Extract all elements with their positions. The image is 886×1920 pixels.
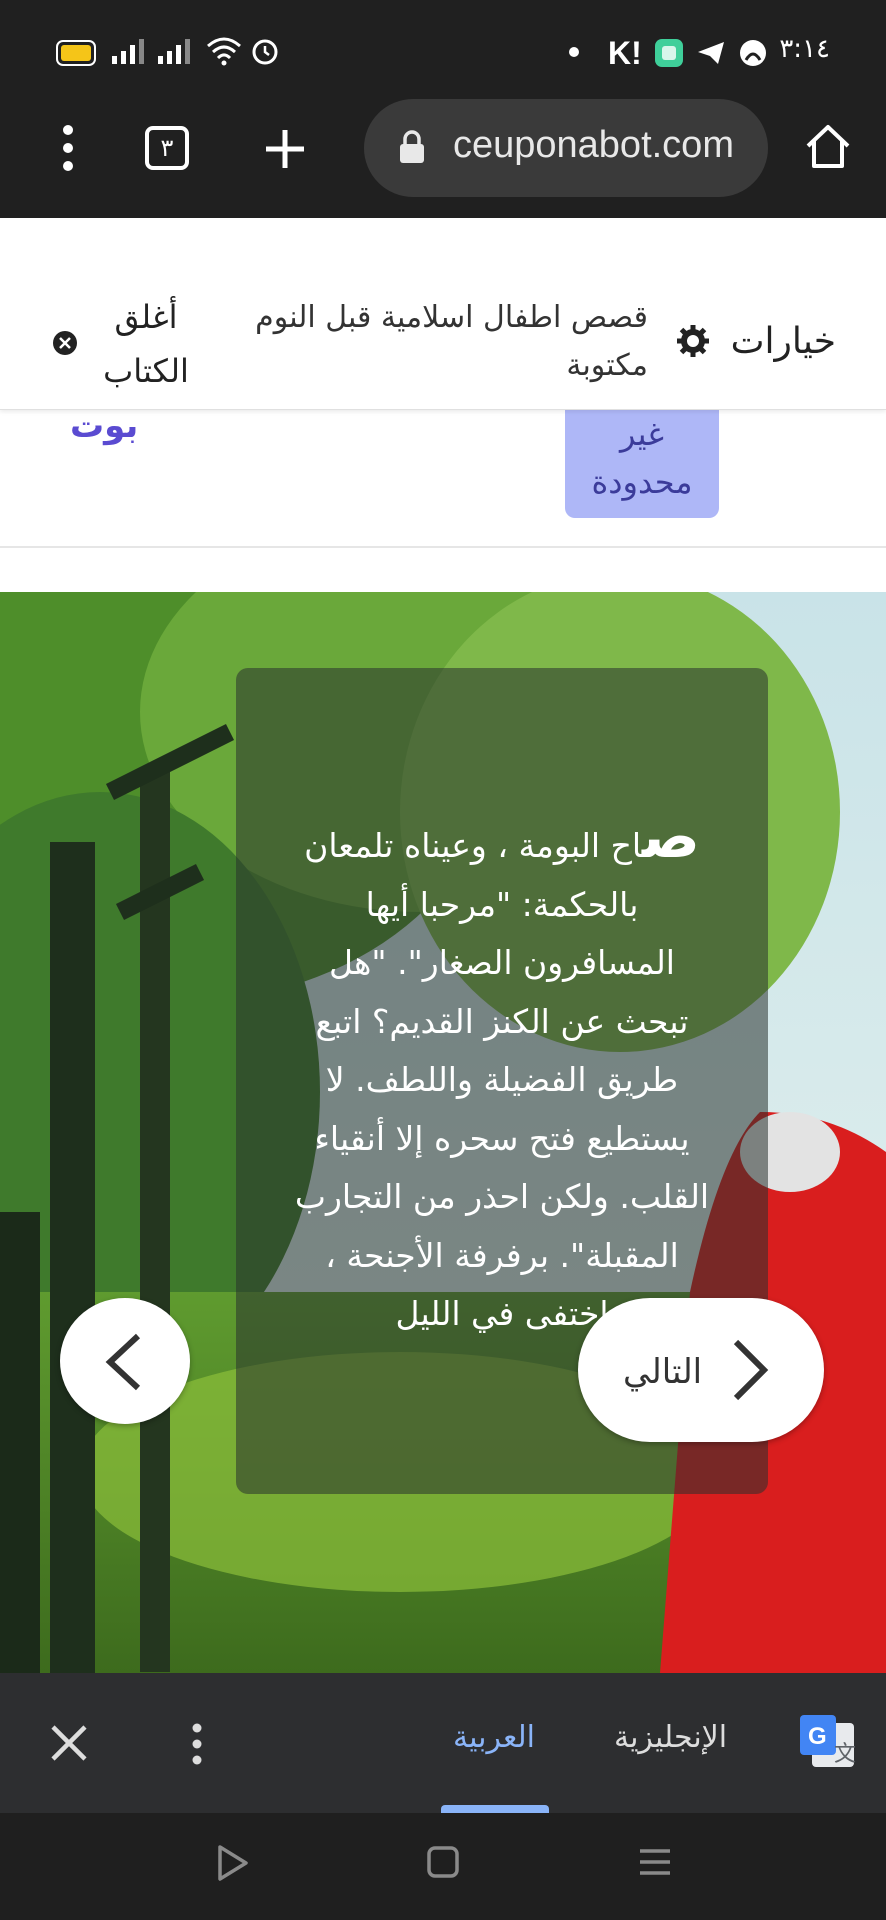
- green-app-icon: [655, 39, 683, 67]
- home-icon[interactable]: [804, 122, 852, 170]
- signal-icon: [158, 39, 190, 64]
- xbox-icon: [740, 40, 766, 66]
- telegram-icon: [698, 42, 724, 64]
- lock-icon: [400, 130, 424, 163]
- home-square-icon[interactable]: [426, 1845, 460, 1879]
- svg-text:文: 文: [834, 1742, 856, 1767]
- close-icon[interactable]: [50, 1724, 88, 1762]
- selected-tab-indicator: [441, 1805, 549, 1813]
- divider: [0, 546, 886, 548]
- k-app-icon: K!: [608, 36, 642, 68]
- story-title: قصص اطفال اسلامية قبل النوم مكتوبة: [255, 300, 648, 383]
- google-translate-icon[interactable]: G 文: [798, 1713, 856, 1771]
- next-button-label[interactable]: التالي: [623, 1352, 702, 1392]
- previous-button[interactable]: [60, 1298, 190, 1424]
- story-dropcap: ص: [641, 808, 700, 872]
- more-vert-icon[interactable]: [190, 1722, 204, 1766]
- reader-header: خيارات قصص اطفال اسلامية قبل النوم مكتوب…: [0, 218, 886, 410]
- battery-icon: [56, 40, 96, 66]
- bot-link[interactable]: بوت: [70, 406, 138, 446]
- svg-text:K!: K!: [608, 36, 642, 68]
- close-book-button[interactable]: أغلق الكتاب: [96, 290, 196, 398]
- gear-icon[interactable]: [676, 324, 710, 358]
- tabs-button[interactable]: ٣: [145, 126, 189, 170]
- dot-icon: [569, 47, 579, 57]
- unlimited-badge: غير محدودة: [565, 408, 719, 518]
- story-body: اح البومة ، وعيناه تلمعان بالحكمة: "مرحب…: [294, 826, 710, 1333]
- options-label[interactable]: خيارات: [731, 321, 836, 362]
- back-icon[interactable]: [216, 1843, 250, 1883]
- chevron-right-icon: [733, 1339, 769, 1401]
- clock: ٣:١٤: [779, 34, 830, 64]
- tab-arabic[interactable]: العربية: [453, 1720, 535, 1755]
- tab-english[interactable]: الإنجليزية: [614, 1720, 727, 1755]
- url-text[interactable]: ceuponabot.com: [453, 124, 734, 167]
- tab-count: ٣: [160, 134, 174, 162]
- wifi-icon: [207, 37, 241, 66]
- story-text: صاح البومة ، وعيناه تلمعان بالحكمة: "مرح…: [290, 808, 714, 1334]
- close-icon[interactable]: [52, 330, 78, 356]
- chevron-left-icon: [105, 1333, 141, 1391]
- recents-icon[interactable]: [638, 1847, 672, 1877]
- alarm-icon: [252, 39, 278, 65]
- status-bar: K! ٣:١٤: [0, 0, 886, 100]
- signal-icon: [112, 39, 144, 64]
- more-vert-icon[interactable]: [60, 124, 76, 172]
- svg-text:G: G: [808, 1723, 827, 1750]
- unlimited-badge-label: غير محدودة: [591, 415, 693, 501]
- translate-bar: [0, 1673, 886, 1813]
- new-tab-icon[interactable]: [264, 128, 306, 170]
- system-navigation-bar: [0, 1813, 886, 1920]
